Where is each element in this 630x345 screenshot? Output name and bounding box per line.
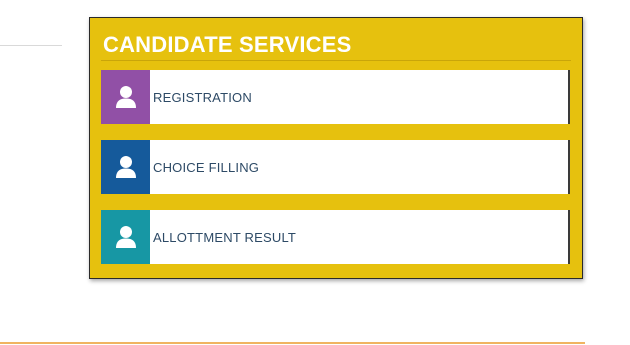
user-icon <box>115 86 136 108</box>
choice-filling-link[interactable]: CHOICE FILLING <box>101 140 570 194</box>
panel-title: CANDIDATE SERVICES <box>103 32 352 57</box>
user-icon <box>115 156 136 178</box>
divider-line <box>0 45 62 46</box>
allottment-result-link[interactable]: ALLOTTMENT RESULT <box>101 210 570 264</box>
allottment-result-icon-box <box>101 210 150 264</box>
choice-filling-icon-box <box>101 140 150 194</box>
user-icon <box>115 226 136 248</box>
registration-link[interactable]: REGISTRATION <box>101 70 570 124</box>
candidate-services-panel: CANDIDATE SERVICES REGISTRATION CHOICE F… <box>89 17 583 279</box>
choice-filling-label: CHOICE FILLING <box>153 159 260 175</box>
title-divider <box>101 60 571 61</box>
page: CANDIDATE SERVICES REGISTRATION CHOICE F… <box>0 0 630 345</box>
footer-divider <box>0 342 585 344</box>
registration-label: REGISTRATION <box>153 89 252 105</box>
allottment-result-label: ALLOTTMENT RESULT <box>153 229 297 245</box>
registration-icon-box <box>101 70 150 124</box>
